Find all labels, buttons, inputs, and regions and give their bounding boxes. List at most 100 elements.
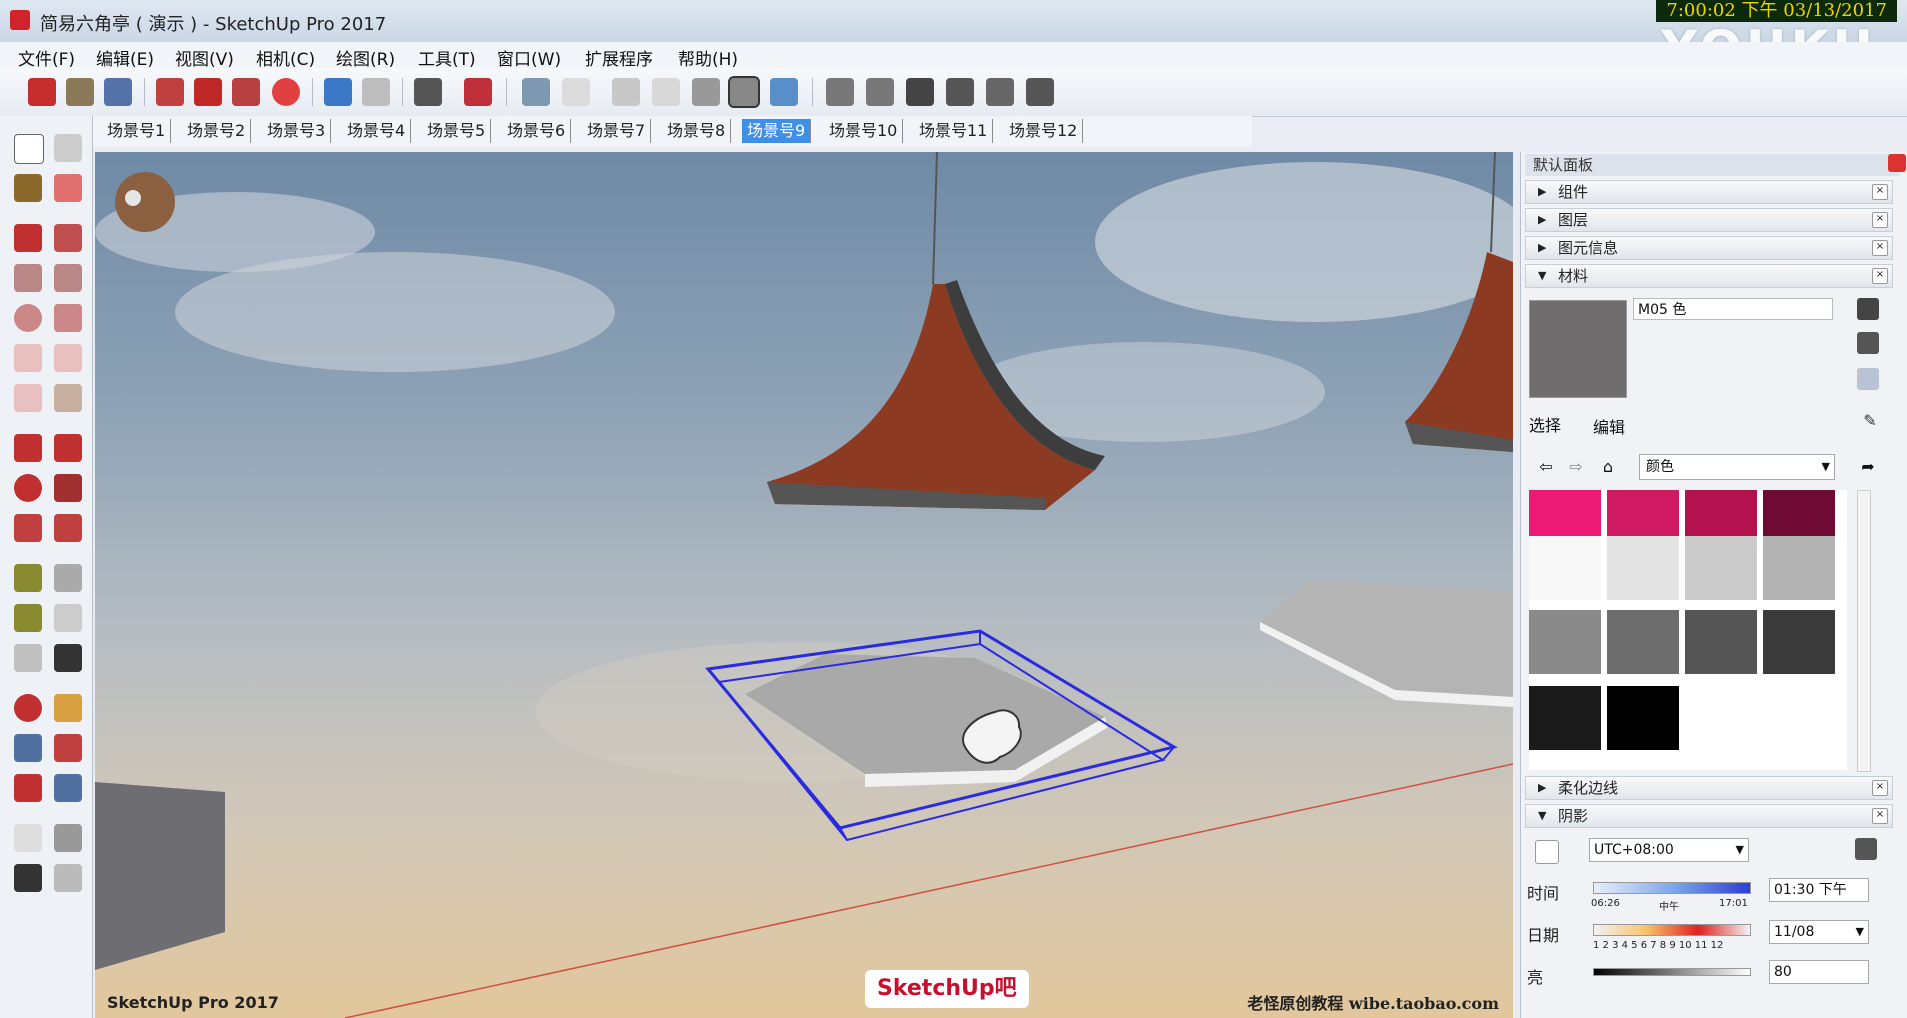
- freehand-icon[interactable]: [54, 224, 82, 252]
- model-viewport[interactable]: SketchUp Pro 2017 SketchUp吧 老怪原创教程 wibe.…: [95, 152, 1513, 1018]
- details-arrow-icon[interactable]: ➦: [1857, 456, 1879, 478]
- front-view-icon[interactable]: [906, 78, 934, 106]
- scene-tab[interactable]: 场景号5: [422, 119, 492, 143]
- push-pull-icon[interactable]: [54, 434, 82, 462]
- color-swatch[interactable]: [1607, 610, 1679, 674]
- menu-help[interactable]: 帮助(H): [678, 45, 738, 70]
- scene-tab[interactable]: 场景号8: [662, 119, 732, 143]
- time-slider[interactable]: [1593, 882, 1751, 894]
- close-icon[interactable]: ×: [1872, 240, 1888, 256]
- scene-tab[interactable]: 场景号4: [342, 119, 412, 143]
- shadow-toggle-icon[interactable]: [1535, 840, 1559, 864]
- section-plane-icon[interactable]: [54, 864, 82, 892]
- make-component-icon[interactable]: [54, 134, 82, 162]
- cut-icon[interactable]: [156, 78, 184, 106]
- menu-camera[interactable]: 相机(C): [256, 45, 315, 70]
- close-icon[interactable]: ×: [1872, 808, 1888, 824]
- panel-components[interactable]: ▶ 组件 ×: [1525, 180, 1893, 204]
- rotate-tool-icon[interactable]: [14, 474, 42, 502]
- tab-edit[interactable]: 编辑: [1593, 414, 1625, 438]
- pie-icon[interactable]: [54, 384, 82, 412]
- menu-edit[interactable]: 编辑(E): [96, 45, 154, 70]
- rotated-rectangle-icon[interactable]: [54, 264, 82, 292]
- color-swatch[interactable]: [1685, 610, 1757, 674]
- panel-layers[interactable]: ▶ 图层 ×: [1525, 208, 1893, 232]
- move-tool-icon[interactable]: [14, 434, 42, 462]
- select-tool-icon[interactable]: [14, 134, 44, 164]
- text-tool-icon[interactable]: [54, 604, 82, 632]
- circle-icon[interactable]: [14, 304, 42, 332]
- walk-icon[interactable]: [14, 864, 42, 892]
- close-icon[interactable]: ×: [1872, 268, 1888, 284]
- look-around-icon[interactable]: [54, 824, 82, 852]
- offset-tool-icon[interactable]: [54, 514, 82, 542]
- tab-select[interactable]: 选择: [1529, 412, 1561, 436]
- menu-draw[interactable]: 绘图(R): [336, 45, 395, 70]
- monochrome-icon[interactable]: [770, 78, 798, 106]
- panel-soften-edges[interactable]: ▶ 柔化边线 ×: [1525, 776, 1893, 800]
- hidden-line-icon[interactable]: [652, 78, 680, 106]
- scene-tab[interactable]: 场景号6: [502, 119, 572, 143]
- top-view-icon[interactable]: [866, 78, 894, 106]
- erase-icon[interactable]: [272, 78, 300, 106]
- wireframe-icon[interactable]: [612, 78, 640, 106]
- protractor-icon[interactable]: [14, 604, 42, 632]
- polygon-icon[interactable]: [54, 304, 82, 332]
- iso-view-icon[interactable]: [826, 78, 854, 106]
- open-folder-icon[interactable]: [66, 78, 94, 106]
- panel-materials[interactable]: ▼ 材料 ×: [1525, 264, 1893, 288]
- eyedropper-icon[interactable]: ✎: [1859, 410, 1881, 432]
- 3d-text-icon[interactable]: [54, 644, 82, 672]
- eraser-icon[interactable]: [54, 174, 82, 202]
- material-name-field[interactable]: M05 色: [1633, 298, 1833, 320]
- scene-tab[interactable]: 场景号12: [1004, 119, 1084, 143]
- tape-measure-icon[interactable]: [14, 564, 42, 592]
- scene-tab[interactable]: 场景号10: [824, 119, 904, 143]
- panel-shadows[interactable]: ▼ 阴影 ×: [1525, 804, 1893, 828]
- color-swatch[interactable]: [1763, 610, 1835, 674]
- rectangle-icon[interactable]: [14, 264, 42, 292]
- color-swatch[interactable]: [1529, 610, 1601, 674]
- home-icon[interactable]: ⌂: [1597, 456, 1619, 478]
- swatch-scrollbar[interactable]: [1857, 490, 1871, 772]
- scene-tab[interactable]: 场景号11: [914, 119, 994, 143]
- model-info-icon[interactable]: [464, 78, 492, 106]
- print-icon[interactable]: [414, 78, 442, 106]
- two-point-arc-icon[interactable]: [54, 344, 82, 372]
- create-material-icon[interactable]: [1857, 332, 1879, 354]
- color-swatch[interactable]: [1607, 536, 1679, 600]
- paste-icon[interactable]: [232, 78, 260, 106]
- shaded-textures-icon[interactable]: [728, 76, 760, 108]
- panel-entity-info[interactable]: ▶ 图元信息 ×: [1525, 236, 1893, 260]
- forward-icon[interactable]: ⇨: [1565, 456, 1587, 478]
- position-camera-icon[interactable]: [14, 824, 42, 852]
- undo-icon[interactable]: [324, 78, 352, 106]
- back-edges-icon[interactable]: [562, 78, 590, 106]
- xray-icon[interactable]: [522, 78, 550, 106]
- menu-window[interactable]: 窗口(W): [497, 45, 561, 70]
- left-view-icon[interactable]: [1026, 78, 1054, 106]
- date-field[interactable]: 11/08 ▼: [1769, 920, 1869, 944]
- material-library-select[interactable]: 颜色 ▼: [1639, 454, 1835, 480]
- close-icon[interactable]: ×: [1872, 184, 1888, 200]
- menu-file[interactable]: 文件(F): [18, 45, 75, 70]
- zoom-window-icon[interactable]: [54, 734, 82, 762]
- color-swatch[interactable]: [1685, 536, 1757, 600]
- close-icon[interactable]: [1888, 154, 1906, 172]
- light-field[interactable]: 80: [1769, 960, 1869, 984]
- light-slider[interactable]: [1593, 968, 1751, 976]
- time-field[interactable]: 01:30 下午: [1769, 878, 1869, 902]
- orbit-icon[interactable]: [14, 694, 42, 722]
- menu-tools[interactable]: 工具(T): [418, 45, 476, 70]
- back-icon[interactable]: ⇦: [1535, 456, 1557, 478]
- dimension-icon[interactable]: [54, 564, 82, 592]
- save-icon[interactable]: [104, 78, 132, 106]
- menu-view[interactable]: 视图(V): [175, 45, 234, 70]
- scene-tab[interactable]: 场景号3: [262, 119, 332, 143]
- zoom-extents-icon[interactable]: [14, 774, 42, 802]
- scene-tab[interactable]: 场景号1: [102, 119, 172, 143]
- right-view-icon[interactable]: [946, 78, 974, 106]
- close-icon[interactable]: ×: [1872, 780, 1888, 796]
- timezone-select[interactable]: UTC+08:00 ▼: [1589, 838, 1749, 862]
- color-swatch[interactable]: [1529, 686, 1601, 750]
